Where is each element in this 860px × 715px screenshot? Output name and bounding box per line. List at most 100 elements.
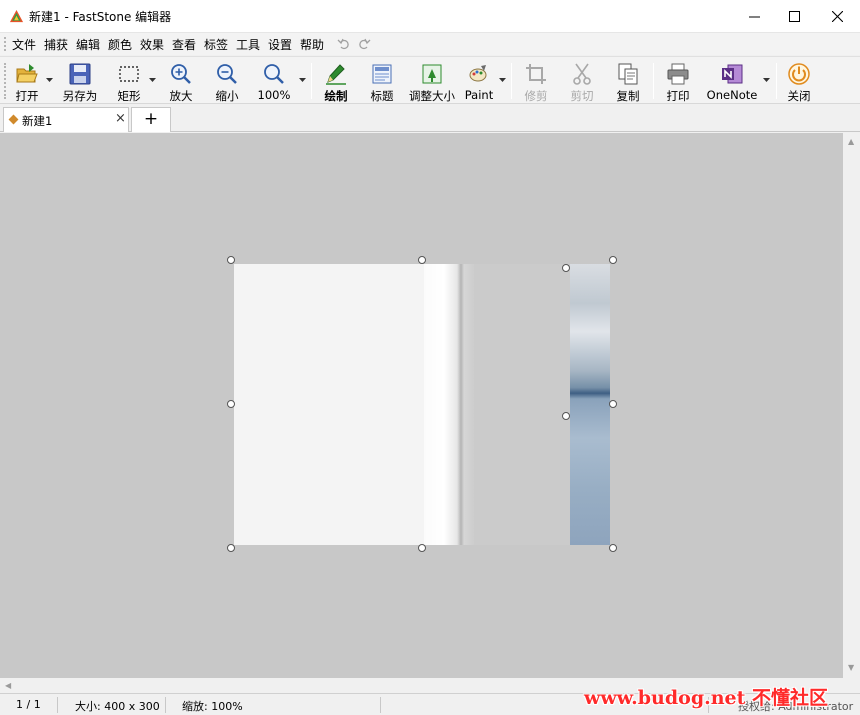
- faststone-app-icon: [9, 9, 24, 23]
- menu-file[interactable]: 文件: [12, 36, 36, 53]
- close-icon: [831, 10, 843, 22]
- rectangle-dropdown-icon[interactable]: [149, 78, 156, 83]
- menu-effects[interactable]: 效果: [140, 36, 164, 53]
- menu-settings[interactable]: 设置: [268, 36, 292, 53]
- menu-tools[interactable]: 工具: [236, 36, 260, 53]
- minimize-button[interactable]: [734, 0, 774, 32]
- rectangle-select-button[interactable]: 矩形: [110, 57, 148, 105]
- zoom-100-label: 100%: [257, 88, 291, 102]
- crop-icon: [526, 64, 546, 84]
- status-size: 大小: 400 x 300: [75, 700, 160, 713]
- zoom-in-icon: [171, 64, 191, 84]
- paint-dropdown-icon[interactable]: [499, 78, 506, 83]
- save-as-button[interactable]: 另存为: [58, 57, 102, 105]
- resize-label: 调整大小: [409, 89, 455, 103]
- copy-button[interactable]: 复制: [610, 57, 646, 105]
- object-handle-top[interactable]: [562, 264, 570, 272]
- selection-handle-top[interactable]: [418, 256, 426, 264]
- scroll-down-icon[interactable]: ▼: [848, 663, 854, 672]
- status-separator: [165, 697, 166, 713]
- scroll-left-icon[interactable]: ◀: [5, 681, 11, 690]
- close-editor-button[interactable]: 关闭: [782, 57, 816, 105]
- save-as-label: 另存为: [62, 89, 98, 103]
- tab-label: 新建1: [22, 114, 53, 128]
- zoom-100-button[interactable]: 100%: [254, 57, 294, 105]
- caption-label: 标题: [370, 89, 394, 103]
- save-disk-icon: [69, 63, 91, 85]
- cut-label: 剪切: [570, 89, 594, 103]
- add-tab-button[interactable]: +: [131, 107, 171, 132]
- image-left-page: [234, 264, 424, 545]
- toolbar-separator: [653, 63, 654, 99]
- window-title: 新建1 - FastStone 编辑器: [29, 10, 172, 24]
- selection-handle-right[interactable]: [609, 400, 617, 408]
- selection-handle-bottom-right[interactable]: [609, 544, 617, 552]
- paint-palette-icon: [469, 65, 487, 82]
- zoom-out-button[interactable]: 缩小: [210, 57, 244, 105]
- menu-edit[interactable]: 编辑: [76, 36, 100, 53]
- resize-button[interactable]: 调整大小: [406, 57, 458, 105]
- menu-help[interactable]: 帮助: [300, 36, 324, 53]
- draw-pen-icon: [326, 64, 346, 85]
- menubar-grip[interactable]: [4, 37, 7, 51]
- cut-button[interactable]: 剪切: [564, 57, 600, 105]
- selection-handle-top-right[interactable]: [609, 256, 617, 264]
- object-handle-middle[interactable]: [562, 412, 570, 420]
- draw-button[interactable]: 绘制: [318, 57, 354, 105]
- zoom-dropdown-icon[interactable]: [299, 78, 306, 83]
- close-label: 关闭: [787, 89, 811, 103]
- close-window-button[interactable]: [817, 0, 857, 32]
- selection-handle-bottom[interactable]: [418, 544, 426, 552]
- caption-icon: [372, 64, 392, 84]
- onenote-icon: [722, 64, 743, 84]
- open-dropdown-icon[interactable]: [46, 78, 53, 83]
- onenote-button[interactable]: OneNote: [704, 57, 760, 105]
- print-button[interactable]: 打印: [660, 57, 696, 105]
- tab-strip: 新建1 × +: [0, 105, 860, 132]
- rectangle-select-icon: [119, 66, 139, 82]
- redo-icon[interactable]: [357, 37, 371, 51]
- toolbar-separator: [776, 63, 777, 99]
- caption-button[interactable]: 标题: [364, 57, 400, 105]
- status-page: 1 / 1: [16, 698, 41, 711]
- edited-image[interactable]: [234, 264, 610, 545]
- selection-handle-top-left[interactable]: [227, 256, 235, 264]
- vertical-scrollbar[interactable]: ▲ ▼: [843, 133, 860, 678]
- crop-button[interactable]: 修剪: [518, 57, 554, 105]
- status-zoom: 缩放: 100%: [182, 700, 243, 713]
- status-separator: [57, 697, 58, 713]
- image-sea-photo-strip: [570, 264, 610, 545]
- tab-new1[interactable]: 新建1 ×: [3, 107, 129, 132]
- selection-handle-left[interactable]: [227, 400, 235, 408]
- printer-icon: [667, 63, 689, 85]
- open-button[interactable]: 打开: [10, 57, 44, 105]
- tab-close-icon[interactable]: ×: [115, 111, 126, 126]
- toolbar-separator: [511, 63, 512, 99]
- open-label: 打开: [15, 89, 39, 103]
- toolbar: 打开 另存为 矩形 放大 缩小 100% 绘制 标题 调整大小 Paint 修剪…: [0, 56, 860, 104]
- menu-capture[interactable]: 捕获: [44, 36, 68, 53]
- power-icon: [788, 63, 810, 85]
- image-page-fold: [424, 264, 474, 545]
- status-separator: [380, 697, 381, 713]
- selection-handle-bottom-left[interactable]: [227, 544, 235, 552]
- menu-color[interactable]: 颜色: [108, 36, 132, 53]
- draw-label: 绘制: [324, 89, 348, 103]
- onenote-dropdown-icon[interactable]: [763, 78, 770, 83]
- toolbar-separator: [311, 63, 312, 99]
- paint-button[interactable]: Paint: [462, 57, 496, 105]
- menu-view[interactable]: 查看: [172, 36, 196, 53]
- menu-tags[interactable]: 标签: [204, 36, 228, 53]
- undo-icon[interactable]: [337, 37, 351, 51]
- tab-diamond-icon: [8, 114, 19, 125]
- menu-bar: 文件 捕获 编辑 颜色 效果 查看 标签 工具 设置 帮助: [0, 33, 860, 55]
- maximize-button[interactable]: [774, 0, 814, 32]
- copy-label: 复制: [616, 89, 640, 103]
- zoom-in-button[interactable]: 放大: [164, 57, 198, 105]
- scroll-up-icon[interactable]: ▲: [848, 137, 854, 146]
- toolbar-grip[interactable]: [4, 63, 7, 99]
- scissors-icon: [573, 63, 591, 85]
- maximize-icon: [788, 10, 800, 22]
- print-label: 打印: [666, 89, 690, 103]
- open-folder-icon: [16, 64, 38, 83]
